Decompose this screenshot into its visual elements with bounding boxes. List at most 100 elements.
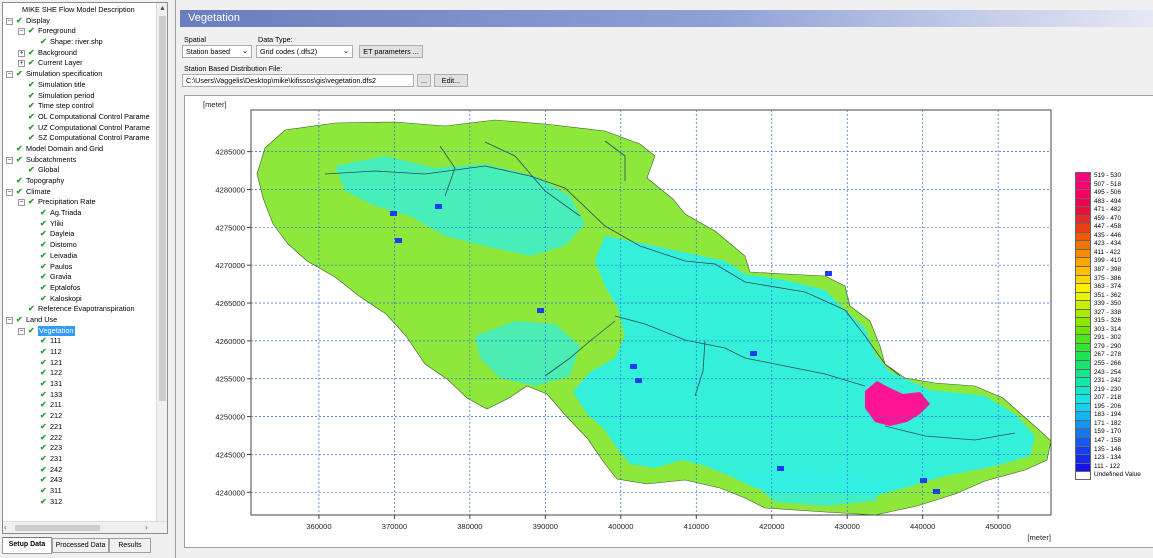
distribution-file-label: Station Based Distribution File: [184, 64, 283, 73]
checkmark-icon: ✔ [28, 197, 35, 207]
tree-item-label: 312 [50, 496, 63, 506]
tree-item[interactable]: ✔ Ag.Triada [3, 208, 157, 219]
tree-item[interactable]: ✔ Eptalofos [3, 283, 157, 294]
collapse-icon[interactable]: − [18, 199, 25, 207]
tree-item[interactable]: − ✔ Simulation specification [3, 69, 157, 80]
tree-item[interactable]: ✔ 111 [3, 336, 157, 347]
tree-item[interactable]: ✔ Distomo [3, 240, 157, 251]
tree-item[interactable]: ✔ 222 [3, 433, 157, 444]
tab-results[interactable]: Results [109, 538, 151, 553]
tree-item[interactable]: ✔ Topography [3, 176, 157, 187]
tree-item[interactable]: ✔ 311 [3, 486, 157, 497]
setup-tree[interactable]: MIKE SHE Flow Model Description − ✔ Display… [2, 2, 168, 534]
tree-item[interactable]: − ✔ Foreground [3, 26, 157, 37]
tree-item[interactable]: ✔ 212 [3, 411, 157, 422]
spatial-select[interactable]: Station based ⌄ [182, 45, 252, 58]
tree-item[interactable]: ✔ Gravia [3, 272, 157, 283]
tree-item[interactable]: ✔ 242 [3, 465, 157, 476]
tree-item[interactable]: ✔ 243 [3, 475, 157, 486]
tree-item[interactable]: − ✔ Subcatchments [3, 155, 157, 166]
tree-item[interactable]: ✔ Leivadia [3, 251, 157, 262]
y-tick-label: 4250000 [215, 413, 245, 422]
water-patch [825, 271, 832, 276]
tree-item-label: 121 [50, 357, 63, 367]
tree-item[interactable]: ✔ Yliki [3, 219, 157, 230]
scroll-up-icon[interactable]: ▲ [157, 3, 167, 14]
tree-item[interactable]: ✔ Shape: river.shp [3, 37, 157, 48]
tree-item-label: Display [26, 15, 50, 25]
y-tick-label: 4275000 [215, 223, 245, 232]
et-parameters-button[interactable]: ET parameters ... [359, 45, 423, 58]
tree-item[interactable]: ✔ 231 [3, 454, 157, 465]
tab-setup-data[interactable]: Setup Data [2, 537, 52, 554]
tree-item-label: Background [38, 47, 77, 57]
tree-item[interactable]: − ✔ Display [3, 16, 157, 27]
collapse-icon[interactable]: − [6, 316, 13, 324]
collapse-icon[interactable]: − [6, 188, 13, 196]
tree-item[interactable]: − ✔ Vegetation [3, 325, 157, 337]
legend-label: 111 - 122 [1094, 462, 1121, 470]
browse-button[interactable]: ... [417, 74, 431, 87]
tree-item[interactable]: ✔ Reference Evapotranspiration [3, 304, 157, 315]
tree-vertical-scrollbar[interactable]: ▲ [156, 3, 167, 522]
tree-items: MIKE SHE Flow Model Description − ✔ Display… [3, 5, 157, 507]
tree-item-label: MIKE SHE Flow Model Description [22, 5, 135, 14]
collapse-icon[interactable]: − [18, 327, 25, 335]
tree-item[interactable]: ✔ Dayleia [3, 229, 157, 240]
tree-item[interactable]: MIKE SHE Flow Model Description [3, 5, 157, 16]
tree-item[interactable]: ✔ 121 [3, 358, 157, 369]
distribution-file-input[interactable]: C:\Users\Vaggelis\Desktop\mike\kifissos\… [182, 74, 414, 87]
tree-item[interactable]: ✔ 133 [3, 390, 157, 401]
scroll-right-icon[interactable]: › [145, 522, 155, 533]
tab-processed-data[interactable]: Processed Data [52, 538, 109, 553]
vegetation-map[interactable]: 360000 370000 380000 390000 400000 410000 4200… [185, 96, 1153, 547]
checkmark-icon: ✔ [40, 336, 47, 346]
tree-item[interactable]: ✔ SZ Computational Control Parame [3, 133, 157, 144]
collapse-icon[interactable]: − [6, 17, 13, 25]
tree-item[interactable]: − ✔ Precipitation Rate [3, 197, 157, 208]
tree-item[interactable]: ✔ 312 [3, 497, 157, 508]
tree-item[interactable]: ✔ 221 [3, 422, 157, 433]
tree-item[interactable]: ✔ Kaloskopi [3, 294, 157, 305]
tree-item[interactable]: − ✔ Land Use [3, 315, 157, 326]
collapse-icon[interactable]: − [6, 71, 13, 79]
tree-item[interactable]: ✔ 131 [3, 379, 157, 390]
tree-item[interactable]: ✔ Time step control [3, 101, 157, 112]
tree-item[interactable]: − ✔ Climate [3, 187, 157, 198]
tree-item[interactable]: ✔ 112 [3, 347, 157, 358]
scrollbar-thumb[interactable] [159, 16, 166, 401]
tree-item[interactable]: ✔ OL Computational Control Parame [3, 112, 157, 123]
collapse-icon[interactable]: − [6, 156, 13, 164]
tree-item[interactable]: ✔ Simulation period [3, 91, 157, 102]
expand-icon[interactable]: + [18, 60, 25, 68]
scroll-left-icon[interactable]: ‹ [4, 522, 14, 533]
map-view[interactable]: 360000 370000 380000 390000 400000 410000 4200… [184, 95, 1153, 548]
data-type-select[interactable]: Grid codes (.dfs2) ⌄ [256, 45, 353, 58]
tree-item[interactable]: ✔ 211 [3, 400, 157, 411]
tree-item-label: OL Computational Control Parame [38, 111, 150, 121]
scrollbar-thumb[interactable] [15, 525, 100, 531]
expand-icon[interactable]: + [18, 49, 25, 57]
legend-swatch [1075, 471, 1091, 480]
tree-item-label: Global [38, 165, 60, 175]
tree-item[interactable]: ✔ Global [3, 165, 157, 176]
tree-item[interactable]: ✔ Simulation title [3, 80, 157, 91]
x-tick-label: 360000 [306, 522, 331, 531]
tree-item[interactable]: ✔ UZ Computational Control Parame [3, 123, 157, 134]
tree-item-label: 242 [50, 464, 63, 474]
tree-item-label: Paulos [50, 261, 73, 271]
legend-entry: 351 - 362 [1075, 291, 1153, 301]
tree-item[interactable]: ✔ 122 [3, 368, 157, 379]
tree-item-label: Yliki [50, 218, 64, 228]
tree-horizontal-scrollbar[interactable]: ‹ › [3, 521, 167, 533]
legend-swatch [1075, 248, 1091, 258]
edit-button[interactable]: Edit... [434, 74, 468, 87]
tree-item[interactable]: + ✔ Current Layer [3, 58, 157, 69]
tree-item[interactable]: ✔ Model Domain and Grid [3, 144, 157, 155]
tree-item-label: Reference Evapotranspiration [38, 304, 135, 314]
collapse-icon[interactable]: − [18, 28, 25, 36]
tree-item[interactable]: ✔ 223 [3, 443, 157, 454]
checkmark-icon: ✔ [40, 443, 47, 453]
tree-item[interactable]: ✔ Paulos [3, 262, 157, 273]
tree-item[interactable]: + ✔ Background [3, 48, 157, 59]
